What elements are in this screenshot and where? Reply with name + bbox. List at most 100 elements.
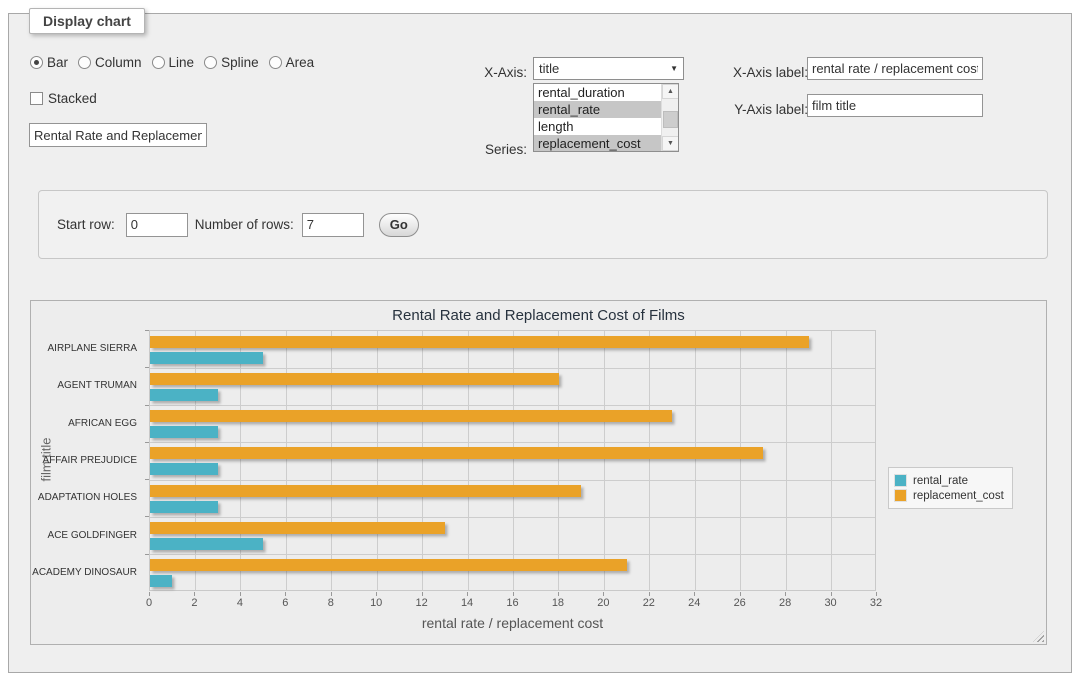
gridline — [786, 331, 787, 590]
axis-tick — [145, 554, 149, 555]
gridline — [331, 331, 332, 590]
gridline — [240, 331, 241, 590]
radio-icon[interactable] — [204, 56, 217, 69]
bar-replacement_cost — [150, 373, 559, 385]
category-label: ADAPTATION HOLES — [31, 479, 143, 516]
radio-spline[interactable]: Spline — [204, 55, 259, 70]
radio-label: Area — [286, 55, 315, 70]
gridline — [150, 405, 875, 406]
number-of-rows-input[interactable] — [302, 213, 364, 237]
axis-tick — [145, 405, 149, 406]
axis-tick — [422, 592, 423, 596]
axis-tick — [194, 592, 195, 596]
radio-line[interactable]: Line — [152, 55, 195, 70]
go-button[interactable]: Go — [379, 213, 419, 237]
scroll-up-icon[interactable]: ▲ — [662, 84, 679, 99]
axis-tick — [145, 330, 149, 331]
start-row-input[interactable] — [126, 213, 188, 237]
x-tick-label: 28 — [768, 597, 802, 609]
x-tick-label: 0 — [132, 597, 166, 609]
axis-tick — [240, 592, 241, 596]
gridline — [150, 442, 875, 443]
x-axis-label-caption: X-Axis label: — [713, 61, 808, 84]
bar-replacement_cost — [150, 410, 672, 422]
x-axis-caption: X-Axis: — [429, 61, 527, 84]
axis-tick — [785, 592, 786, 596]
x-tick-label: 4 — [223, 597, 257, 609]
gridline — [150, 517, 875, 518]
gridline — [150, 480, 875, 481]
axis-tick — [467, 592, 468, 596]
x-tick-label: 12 — [405, 597, 439, 609]
axis-tick — [603, 592, 604, 596]
radio-bar[interactable]: Bar — [30, 55, 68, 70]
series-option[interactable]: rental_rate — [534, 101, 661, 118]
bar-rental_rate — [150, 426, 218, 438]
scrollbar-thumb[interactable] — [663, 111, 678, 128]
axis-tick — [145, 367, 149, 368]
series-option[interactable]: rental_duration — [534, 84, 661, 101]
radio-icon[interactable] — [30, 56, 43, 69]
chart-title-input[interactable] — [29, 123, 207, 147]
y-axis-label-caption: Y-Axis label: — [713, 98, 808, 121]
radio-label: Column — [95, 55, 142, 70]
bar-rental_rate — [150, 352, 263, 364]
checkbox-icon[interactable] — [30, 92, 43, 105]
x-tick-label: 32 — [859, 597, 893, 609]
series-option[interactable]: length — [534, 118, 661, 135]
axis-tick — [694, 592, 695, 596]
y-axis-label-input[interactable] — [807, 94, 983, 117]
category-label: ACADEMY DINOSAUR — [31, 554, 143, 591]
series-listbox[interactable]: rental_durationrental_ratelengthreplacem… — [533, 83, 679, 152]
series-scrollbar[interactable]: ▲ ▼ — [661, 84, 678, 151]
radio-icon[interactable] — [152, 56, 165, 69]
gridline — [513, 331, 514, 590]
axis-tick — [740, 592, 741, 596]
axis-tick — [376, 592, 377, 596]
bar-rental_rate — [150, 575, 172, 587]
display-chart-panel: Display chart BarColumnLineSplineArea St… — [8, 13, 1072, 673]
bar-rental_rate — [150, 538, 263, 550]
radio-area[interactable]: Area — [269, 55, 315, 70]
plot-area — [149, 330, 876, 591]
radio-label: Line — [169, 55, 195, 70]
row-range-box: Start row: Number of rows: Go — [38, 190, 1048, 259]
gridline — [377, 331, 378, 590]
series-options: rental_durationrental_ratelengthreplacem… — [534, 84, 661, 151]
legend-entry: replacement_cost — [894, 489, 1004, 502]
resize-grip-icon[interactable] — [1033, 631, 1044, 642]
x-tick-label: 10 — [359, 597, 393, 609]
category-label: ACE GOLDFINGER — [31, 516, 143, 553]
stacked-label: Stacked — [48, 87, 97, 110]
x-tick-label: 8 — [314, 597, 348, 609]
x-tick-label: 22 — [632, 597, 666, 609]
scroll-down-icon[interactable]: ▼ — [662, 136, 679, 151]
x-tick-label: 18 — [541, 597, 575, 609]
category-label: AFRICAN EGG — [31, 405, 143, 442]
radio-icon[interactable] — [269, 56, 282, 69]
axis-tick — [831, 592, 832, 596]
axis-tick — [331, 592, 332, 596]
series-caption: Series: — [429, 138, 527, 161]
gridline — [740, 331, 741, 590]
radio-icon[interactable] — [78, 56, 91, 69]
x-axis-select[interactable]: title ▼ — [533, 57, 684, 80]
chart-container: Rental Rate and Replacement Cost of Film… — [30, 300, 1047, 645]
bar-replacement_cost — [150, 559, 627, 571]
axis-tick — [145, 516, 149, 517]
bar-replacement_cost — [150, 522, 445, 534]
bar-rental_rate — [150, 501, 218, 513]
x-tick-label: 2 — [177, 597, 211, 609]
stacked-checkbox[interactable]: Stacked — [30, 87, 97, 110]
chart-type-radio-group: Bar Column Line Spline Area — [30, 55, 324, 70]
axis-tick — [145, 442, 149, 443]
radio-column[interactable]: Column — [78, 55, 142, 70]
x-axis-label-input[interactable] — [807, 57, 983, 80]
bar-replacement_cost — [150, 485, 581, 497]
start-row-caption: Start row: — [57, 213, 115, 236]
x-tick-label: 20 — [586, 597, 620, 609]
gridline — [468, 331, 469, 590]
x-tick-label: 24 — [677, 597, 711, 609]
series-option[interactable]: replacement_cost — [534, 135, 661, 152]
x-tick-label: 30 — [814, 597, 848, 609]
